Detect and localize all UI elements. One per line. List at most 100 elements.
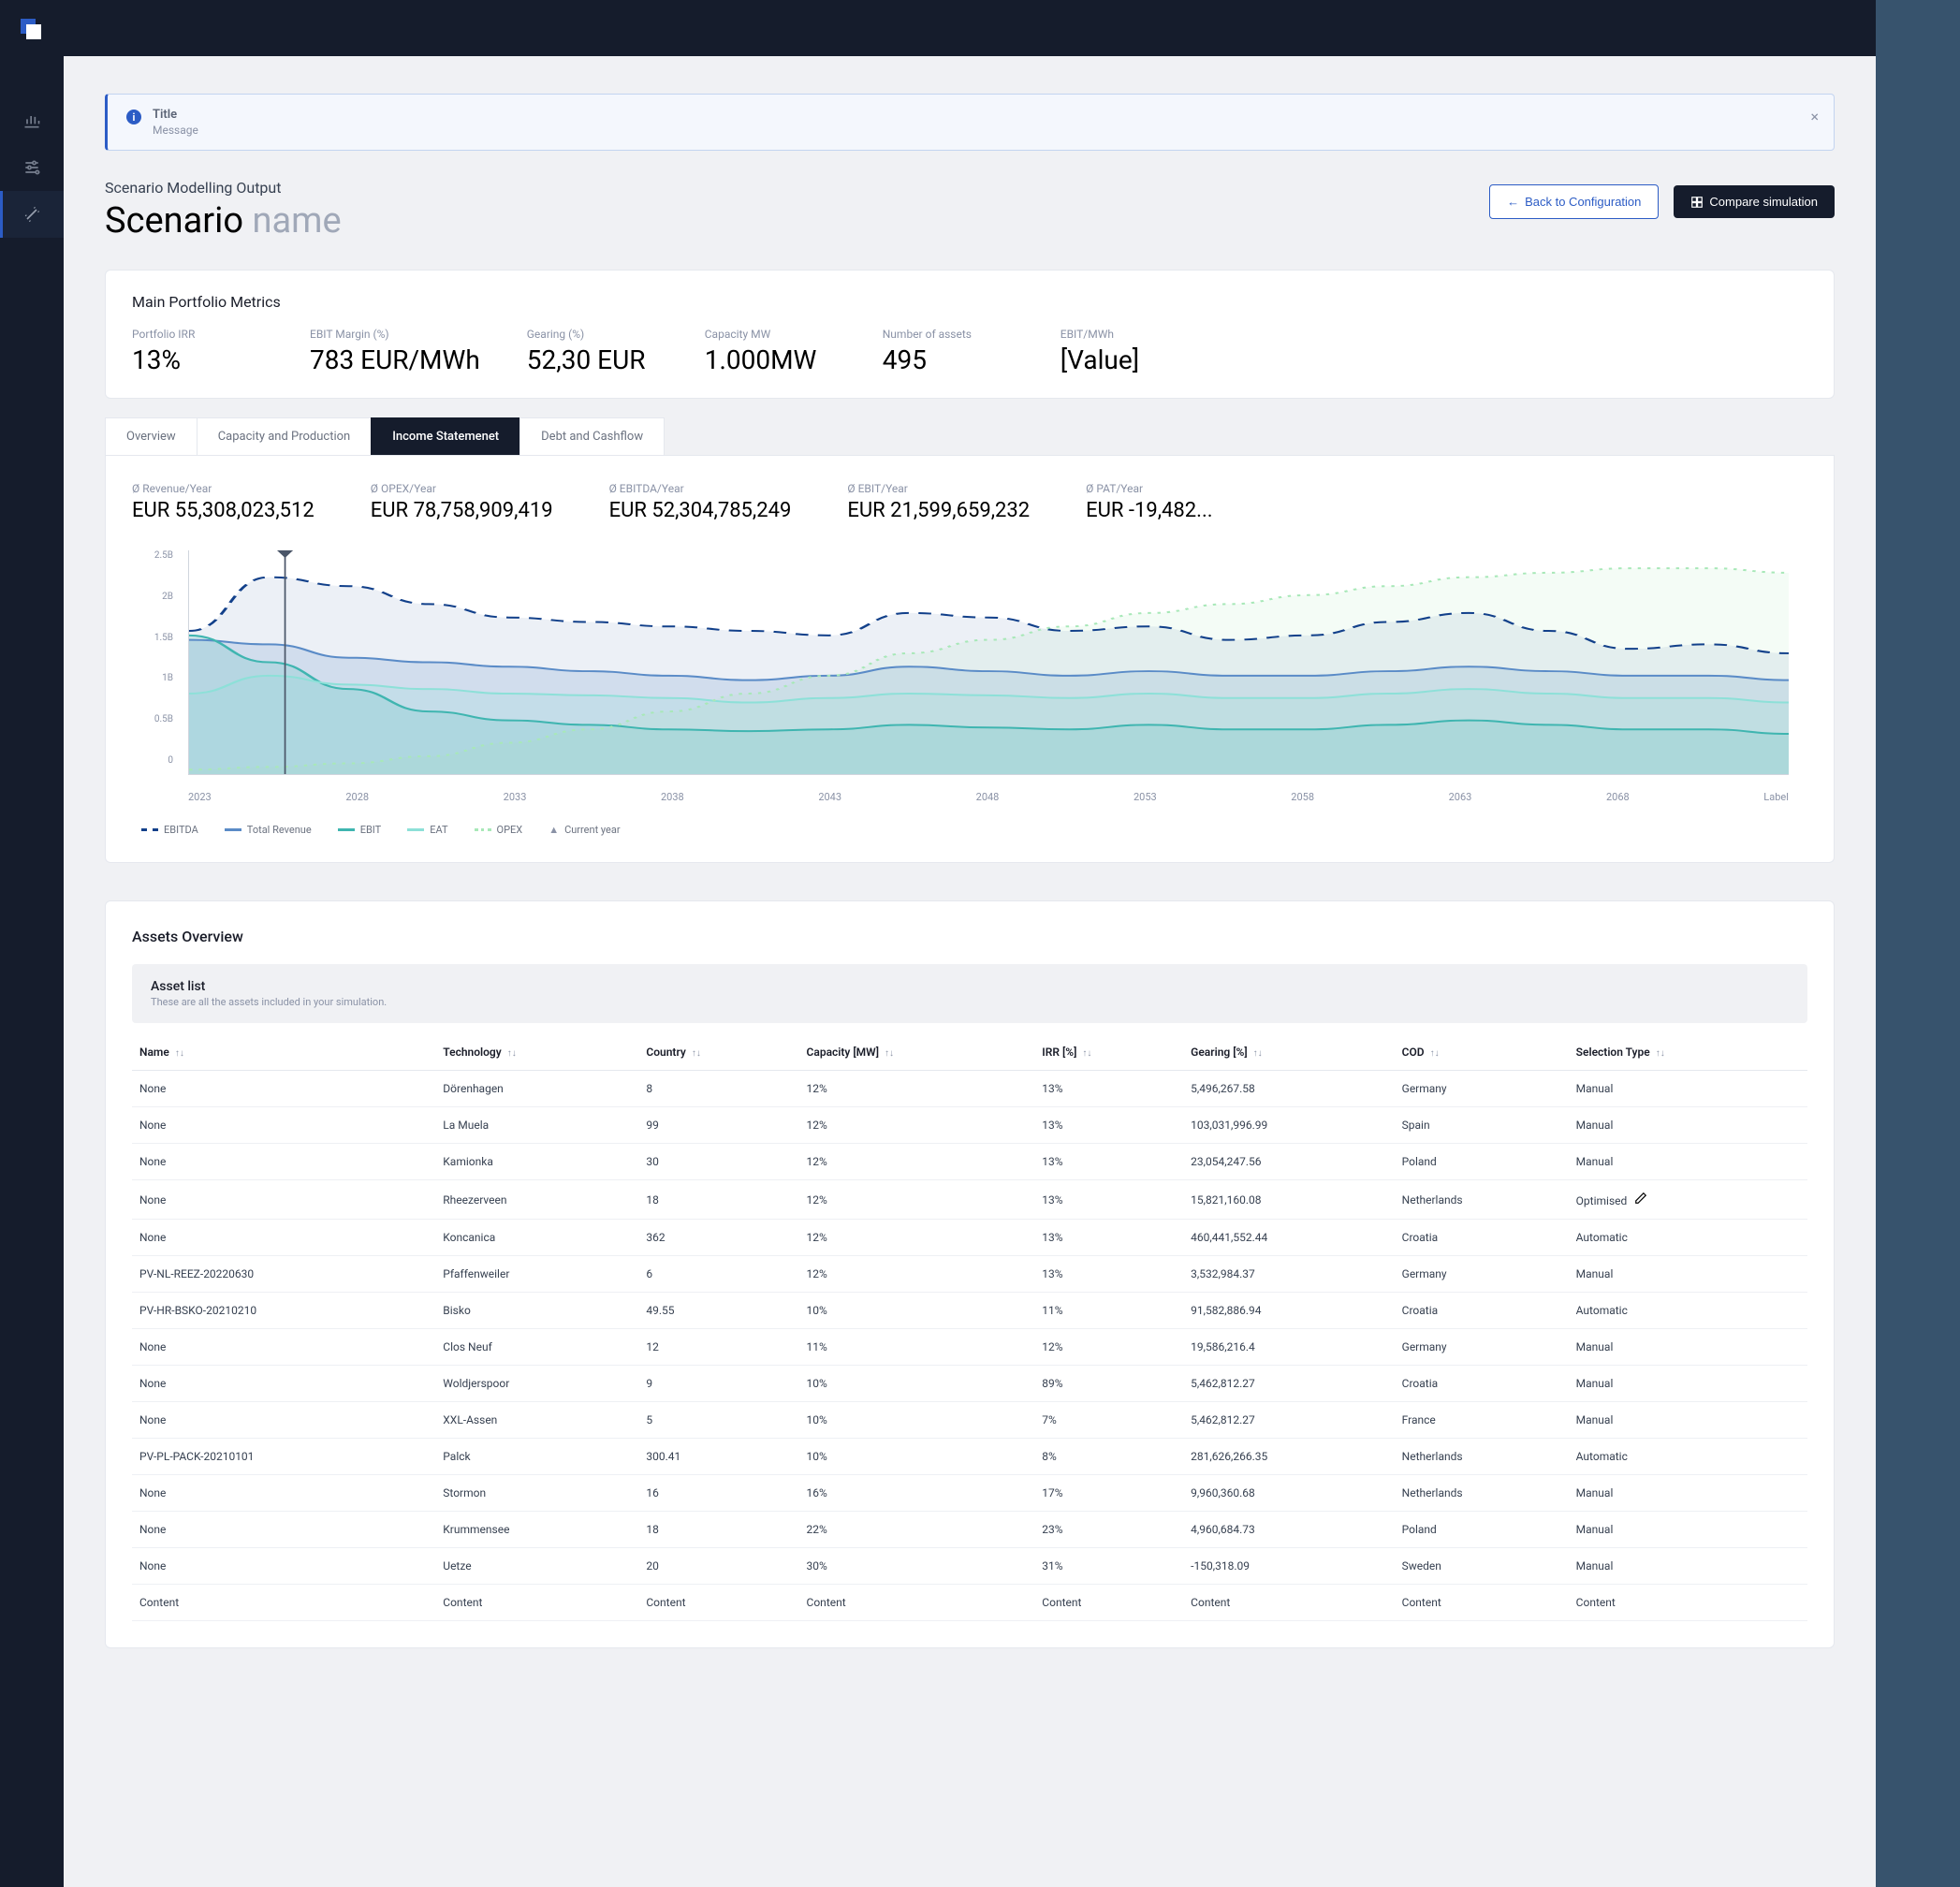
table-row[interactable]: NoneClos Neuf1211%12%19,586,216.4Germany…: [132, 1329, 1807, 1366]
x-tick: 2043: [818, 791, 841, 803]
assets-table: Name↑↓Technology↑↓Country↑↓Capacity [MW]…: [132, 1034, 1807, 1621]
cell: None: [132, 1548, 435, 1585]
compare-button[interactable]: Compare simulation: [1674, 185, 1835, 218]
table-row[interactable]: NoneKoncanica36212%13%460,441,552.44Croa…: [132, 1220, 1807, 1256]
cell: Manual: [1569, 1475, 1807, 1512]
cell: 281,626,266.35: [1183, 1439, 1394, 1475]
cell: Content: [1569, 1585, 1807, 1621]
app-logo[interactable]: [21, 19, 43, 41]
table-row[interactable]: NoneKrummensee1822%23%4,960,684.73Poland…: [132, 1512, 1807, 1548]
title-suffix: name: [252, 200, 341, 241]
cell: 10%: [799, 1402, 1035, 1439]
col-irr-[interactable]: IRR [%]↑↓: [1034, 1034, 1183, 1071]
back-button[interactable]: ← Back to Configuration: [1489, 184, 1659, 219]
metric-label: Gearing (%): [527, 328, 658, 341]
cell: Palck: [435, 1439, 638, 1475]
table-row[interactable]: PV-HR-BSKO-20210210Bisko49.5510%11%91,58…: [132, 1293, 1807, 1329]
edit-icon[interactable]: [1634, 1192, 1647, 1205]
col-gearing-[interactable]: Gearing [%]↑↓: [1183, 1034, 1394, 1071]
table-row[interactable]: NoneLa Muela9912%13%103,031,996.99SpainM…: [132, 1107, 1807, 1144]
cell: Manual: [1569, 1402, 1807, 1439]
table-row[interactable]: NoneUetze2030%31%-150,318.09SwedenManual: [132, 1548, 1807, 1585]
stat-label: Ø EBITDA/Year: [609, 482, 792, 495]
assets-list-title: Asset list: [151, 979, 1789, 994]
col-country[interactable]: Country↑↓: [638, 1034, 798, 1071]
stat-value: EUR -19,482...: [1086, 499, 1212, 522]
sidebar-nav-3[interactable]: [0, 191, 64, 238]
cell: Manual: [1569, 1512, 1807, 1548]
cell: Koncanica: [435, 1220, 638, 1256]
x-tick: 2048: [976, 791, 1000, 803]
legend-opex: OPEX: [475, 824, 523, 836]
legend-ebitda: EBITDA: [141, 824, 198, 836]
cell: 31%: [1034, 1548, 1183, 1585]
table-row[interactable]: NoneWoldjerspoor910%89%5,462,812.27Croat…: [132, 1366, 1807, 1402]
cell: Manual: [1569, 1366, 1807, 1402]
cell: Uetze: [435, 1548, 638, 1585]
cell: 20: [638, 1548, 798, 1585]
stat-value: EUR 55,308,023,512: [132, 499, 314, 522]
cell: Automatic: [1569, 1439, 1807, 1475]
cell: Croatia: [1395, 1220, 1569, 1256]
cell: Content: [1183, 1585, 1394, 1621]
col-selection-type[interactable]: Selection Type↑↓: [1569, 1034, 1807, 1071]
cell: 6: [638, 1256, 798, 1293]
table-row[interactable]: NoneKamionka3012%13%23,054,247.56PolandM…: [132, 1144, 1807, 1180]
table-row[interactable]: NoneStormon1616%17%9,960,360.68Netherlan…: [132, 1475, 1807, 1512]
col-capacity-mw-[interactable]: Capacity [MW]↑↓: [799, 1034, 1035, 1071]
sidebar-nav-2[interactable]: [0, 144, 64, 191]
sidebar-nav-1[interactable]: [0, 97, 64, 144]
x-tick: 2053: [1134, 791, 1157, 803]
cell: None: [132, 1220, 435, 1256]
page-title: Scenario name: [105, 200, 342, 241]
cell: 18: [638, 1512, 798, 1548]
col-cod[interactable]: COD↑↓: [1395, 1034, 1569, 1071]
stat-3: Ø EBIT/YearEUR 21,599,659,232: [847, 482, 1030, 522]
cell: Netherlands: [1395, 1180, 1569, 1220]
alert-close-button[interactable]: ×: [1810, 108, 1819, 125]
cell: 3,532,984.37: [1183, 1256, 1394, 1293]
cell: 30: [638, 1144, 798, 1180]
cell: 13%: [1034, 1071, 1183, 1107]
stat-label: Ø Revenue/Year: [132, 482, 314, 495]
metric-0: Portfolio IRR13%: [132, 328, 263, 375]
cell: 18: [638, 1180, 798, 1220]
sort-icon: ↑↓: [692, 1048, 701, 1059]
table-row[interactable]: PV-PL-PACK-20210101Palck300.4110%8%281,6…: [132, 1439, 1807, 1475]
cell: 7%: [1034, 1402, 1183, 1439]
legend-eat: EAT: [407, 824, 447, 836]
cell: 5,462,812.27: [1183, 1402, 1394, 1439]
table-row[interactable]: ContentContentContentContentContentConte…: [132, 1585, 1807, 1621]
cell: Content: [638, 1585, 798, 1621]
y-tick: 2.5B: [154, 550, 173, 561]
col-name[interactable]: Name↑↓: [132, 1034, 435, 1071]
cell: 23,054,247.56: [1183, 1144, 1394, 1180]
cell: Automatic: [1569, 1293, 1807, 1329]
stat-1: Ø OPEX/YearEUR 78,758,909,419: [371, 482, 553, 522]
tab-debt-and-cashflow[interactable]: Debt and Cashflow: [519, 417, 665, 455]
tab-income-statemenet[interactable]: Income Statemenet: [371, 417, 520, 455]
cell: Content: [1395, 1585, 1569, 1621]
table-row[interactable]: NoneXXL-Assen510%7%5,462,812.27FranceMan…: [132, 1402, 1807, 1439]
cell: 19,586,216.4: [1183, 1329, 1394, 1366]
metric-value: 13%: [132, 344, 263, 375]
chart-legend: EBITDATotal RevenueEBITEATOPEX▲Current y…: [141, 824, 1807, 836]
cell: 11%: [799, 1329, 1035, 1366]
x-tick: 2058: [1291, 791, 1314, 803]
table-row[interactable]: NoneRheezerveen1812%13%15,821,160.08Neth…: [132, 1180, 1807, 1220]
table-row[interactable]: PV-NL-REEZ-20220630Pfaffenweiler612%13%3…: [132, 1256, 1807, 1293]
table-row[interactable]: NoneDörenhagen812%13%5,496,267.58Germany…: [132, 1071, 1807, 1107]
legend-total-revenue: Total Revenue: [225, 824, 312, 836]
col-technology[interactable]: Technology↑↓: [435, 1034, 638, 1071]
cell: Woldjerspoor: [435, 1366, 638, 1402]
metrics-title: Main Portfolio Metrics: [132, 293, 1807, 311]
cell: La Muela: [435, 1107, 638, 1144]
cell: Rheezerveen: [435, 1180, 638, 1220]
metric-label: Capacity MW: [705, 328, 836, 341]
tab-capacity-and-production[interactable]: Capacity and Production: [197, 417, 373, 455]
x-tick: 2038: [661, 791, 684, 803]
cell: 23%: [1034, 1512, 1183, 1548]
x-tick: Label: [1763, 791, 1789, 803]
tab-overview[interactable]: Overview: [105, 417, 197, 455]
cell: Netherlands: [1395, 1439, 1569, 1475]
